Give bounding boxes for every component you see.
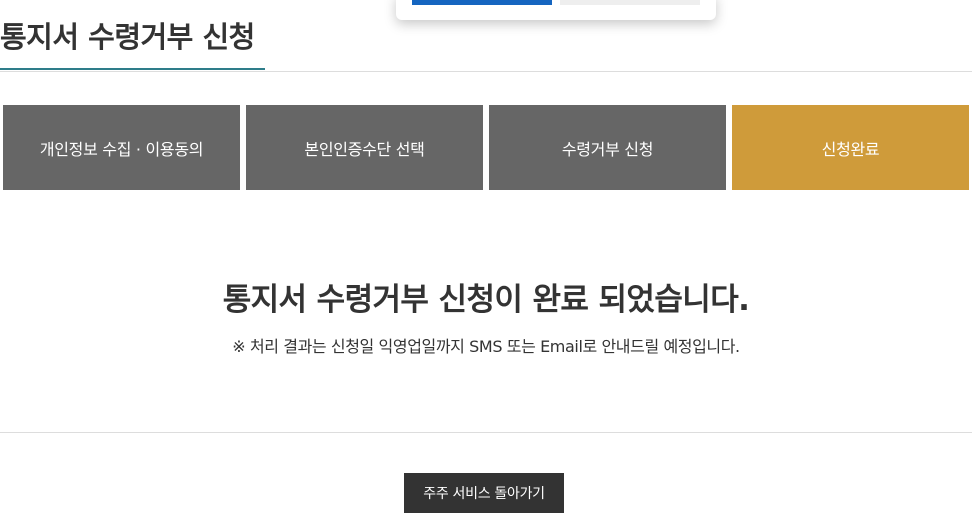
popup-confirm-button[interactable] (412, 0, 552, 5)
title-divider (0, 71, 972, 72)
page: 통지서 수령거부 신청 개인정보 수집 · 이용동의 본인인증수단 선택 수령거… (0, 0, 972, 519)
popup-dialog-fragment (396, 0, 716, 20)
title-underline (0, 68, 265, 70)
step-refusal-request: 수령거부 신청 (489, 105, 726, 190)
step-consent: 개인정보 수집 · 이용동의 (3, 105, 240, 190)
step-complete: 신청완료 (732, 105, 969, 190)
popup-cancel-button[interactable] (560, 0, 700, 5)
back-to-shareholder-service-button[interactable]: 주주 서비스 돌아가기 (404, 473, 564, 513)
page-title: 통지서 수령거부 신청 (0, 20, 255, 54)
step-indicator: 개인정보 수집 · 이용동의 본인인증수단 선택 수령거부 신청 신청완료 (3, 105, 969, 190)
step-auth-method: 본인인증수단 선택 (246, 105, 483, 190)
bottom-divider (0, 432, 972, 433)
completion-title: 통지서 수령거부 신청이 완료 되었습니다. (222, 282, 750, 318)
completion-description: ※ 처리 결과는 신청일 익영업일까지 SMS 또는 Email로 안내드릴 예… (232, 337, 740, 356)
